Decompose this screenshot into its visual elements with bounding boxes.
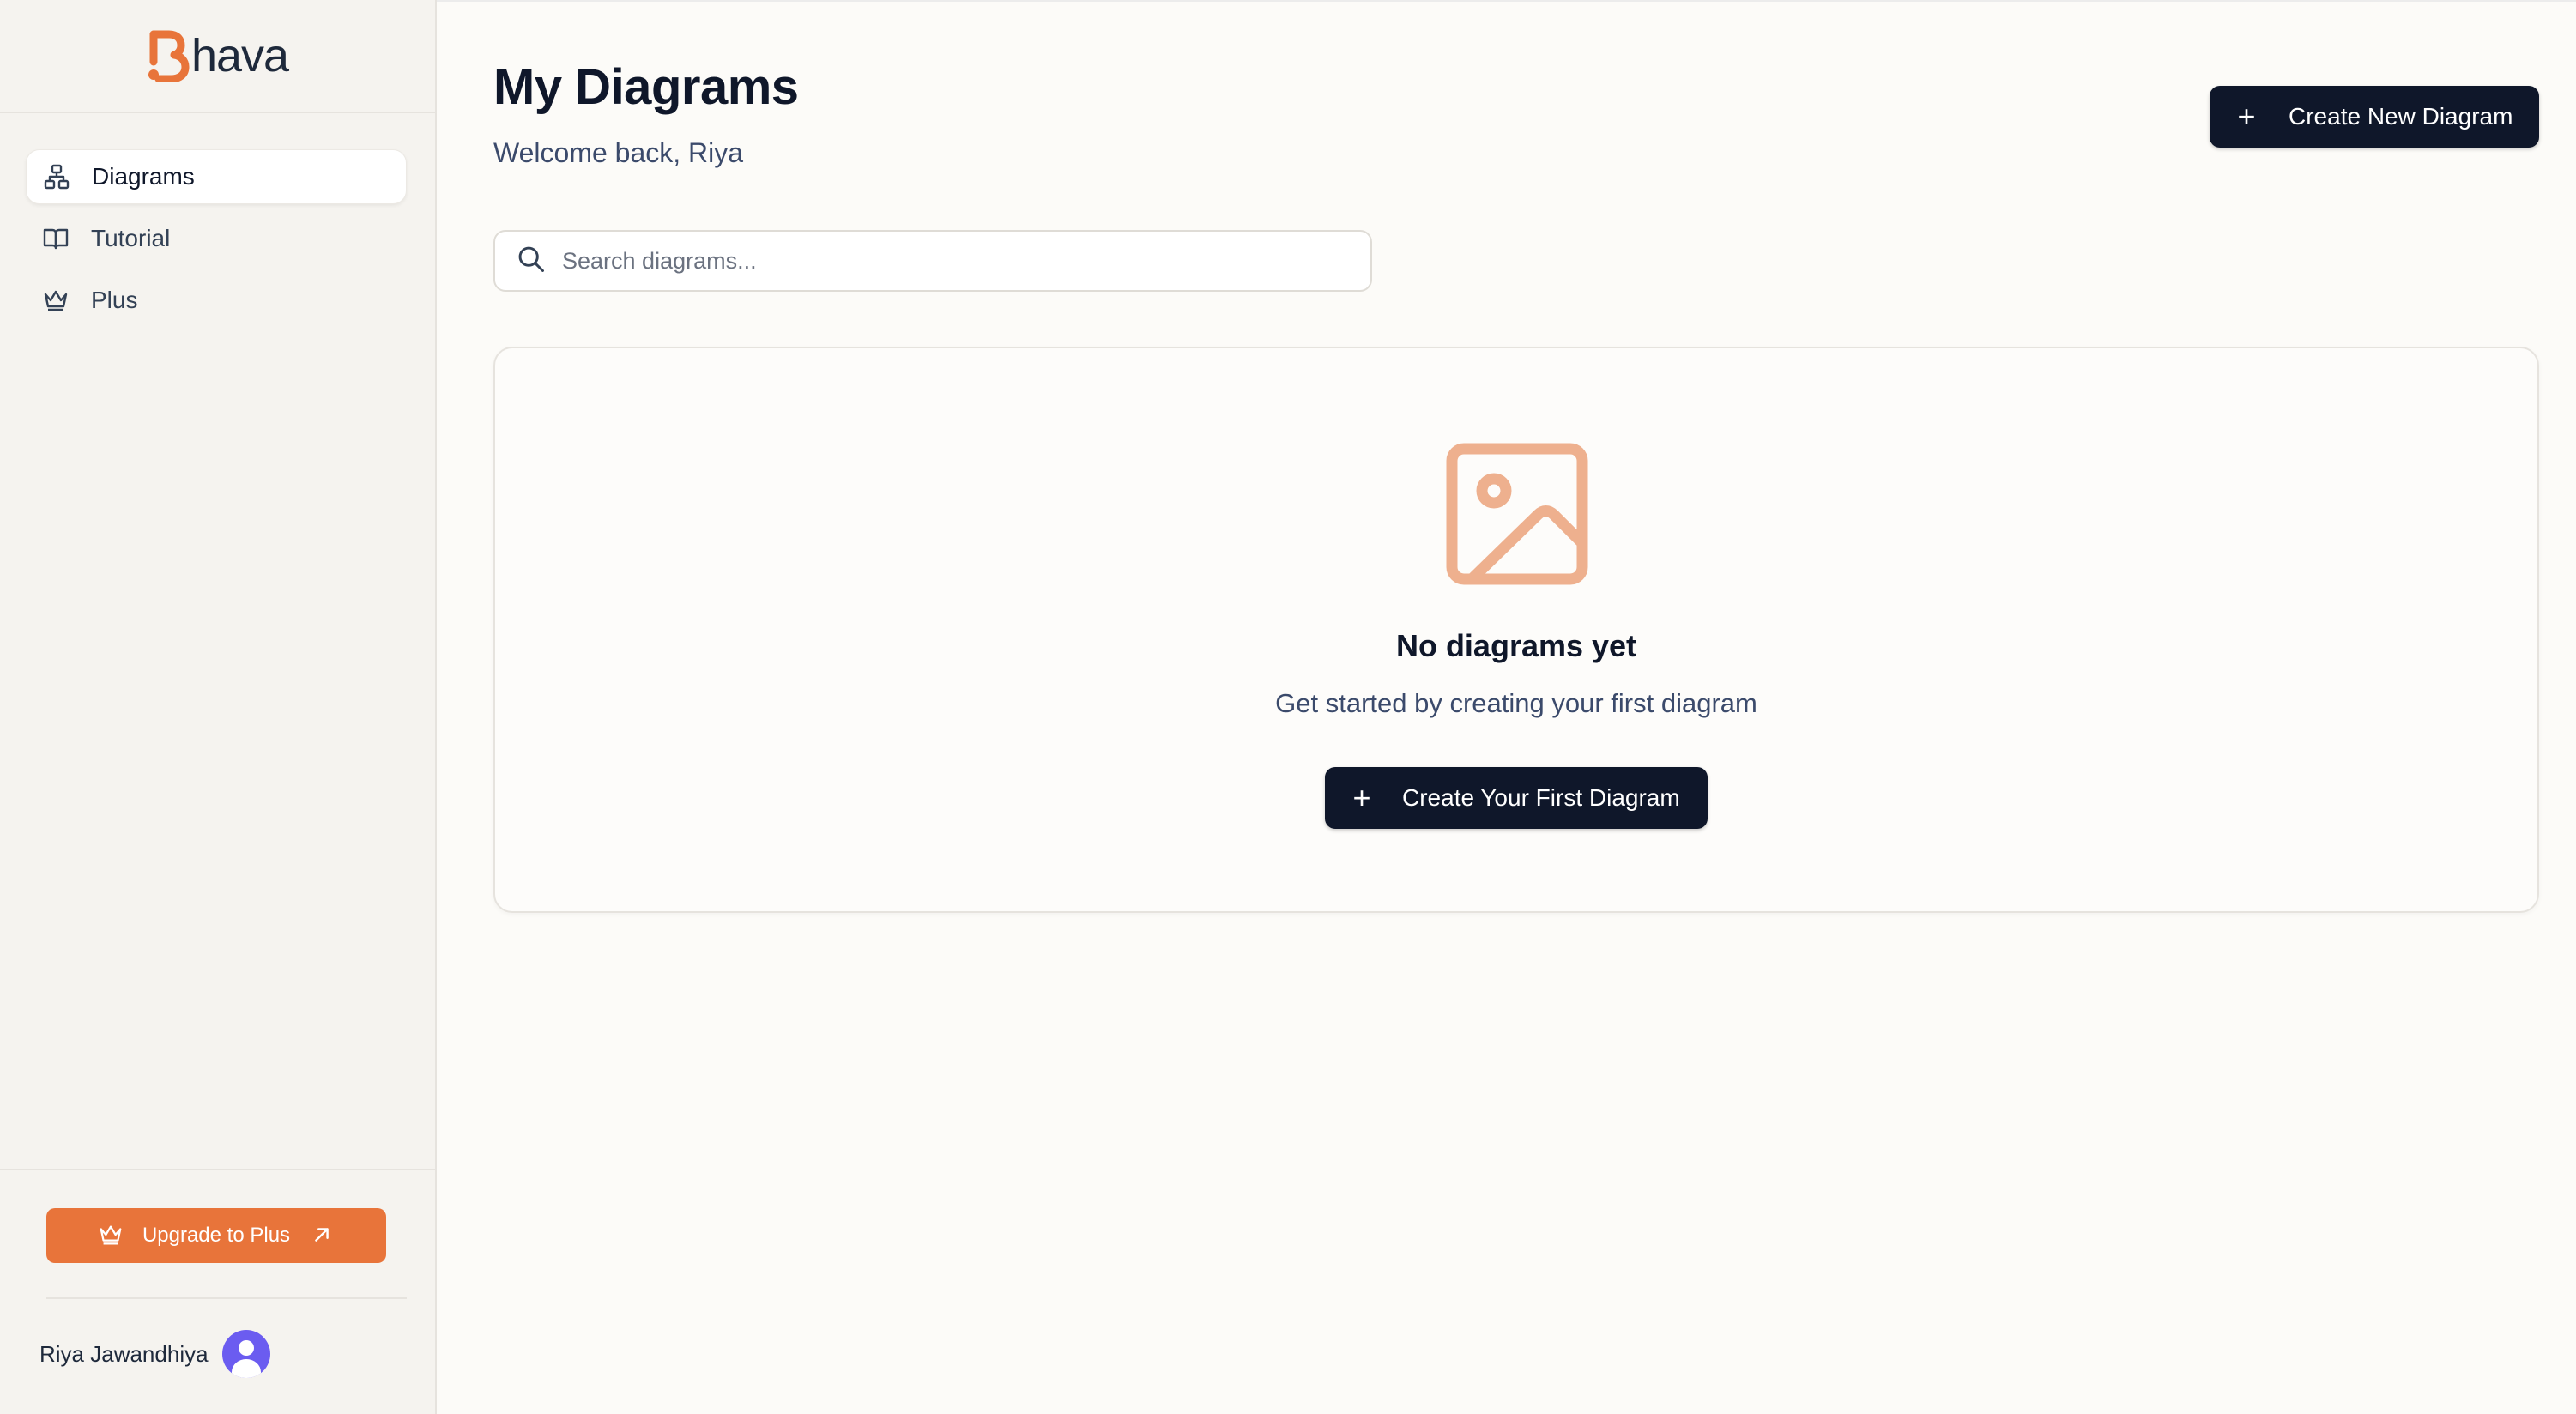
sidebar-item-label: Tutorial: [91, 225, 171, 251]
page-title: My Diagrams: [493, 59, 799, 115]
empty-state-title: No diagrams yet: [1395, 628, 1637, 663]
sidebar-item-label: Diagrams: [92, 163, 195, 190]
crown-icon: [98, 1222, 124, 1250]
sidebar-item-plus[interactable]: Plus: [26, 273, 407, 328]
sidebar: hava Diagrams Tutorial Plus Upgrade to P…: [0, 0, 437, 1414]
sidebar-item-label: Plus: [91, 287, 138, 313]
brand-logo[interactable]: hava: [147, 29, 289, 82]
avatar[interactable]: [221, 1330, 270, 1378]
main-content: My Diagrams Welcome back, Riya + Create …: [437, 0, 2576, 1414]
search-icon: [516, 244, 547, 279]
search-bar[interactable]: [493, 230, 1372, 292]
upgrade-to-plus-button[interactable]: Upgrade to Plus: [46, 1208, 386, 1263]
plus-icon: +: [2237, 99, 2256, 134]
image-icon: [1446, 443, 1588, 585]
user-name: Riya Jawandhiya: [39, 1340, 209, 1367]
create-first-label: Create Your First Diagram: [1402, 784, 1680, 811]
user-profile[interactable]: Riya Jawandhiya: [39, 1328, 270, 1380]
diagram-tree-icon: [42, 162, 71, 191]
brand-header: hava: [0, 0, 435, 113]
bhava-b-logo-icon: [148, 30, 190, 82]
sidebar-nav: Diagrams Tutorial Plus: [26, 149, 407, 335]
search-input[interactable]: [562, 247, 1334, 275]
book-open-icon: [41, 224, 70, 253]
brand-name: hava: [190, 30, 289, 82]
divider: [46, 1297, 407, 1299]
create-first-diagram-button[interactable]: + Create Your First Diagram: [1325, 767, 1708, 829]
create-new-label: Create New Diagram: [2289, 103, 2513, 130]
app-root: hava Diagrams Tutorial Plus Upgrade to P…: [0, 0, 2576, 1414]
sidebar-item-tutorial[interactable]: Tutorial: [26, 211, 407, 266]
upgrade-label: Upgrade to Plus: [142, 1224, 291, 1247]
plus-icon: +: [1352, 780, 1371, 815]
sidebar-item-diagrams[interactable]: Diagrams: [26, 149, 407, 204]
create-new-diagram-button[interactable]: + Create New Diagram: [2210, 86, 2539, 148]
empty-state-card: No diagrams yet Get started by creating …: [493, 347, 2539, 913]
page-subtitle: Welcome back, Riya: [493, 137, 744, 168]
crown-icon: [41, 286, 70, 315]
sidebar-footer: Upgrade to Plus Riya Jawandhiya: [0, 1169, 435, 1414]
arrow-up-right-icon: [309, 1222, 335, 1250]
empty-state-description: Get started by creating your first diagr…: [1275, 688, 1757, 718]
